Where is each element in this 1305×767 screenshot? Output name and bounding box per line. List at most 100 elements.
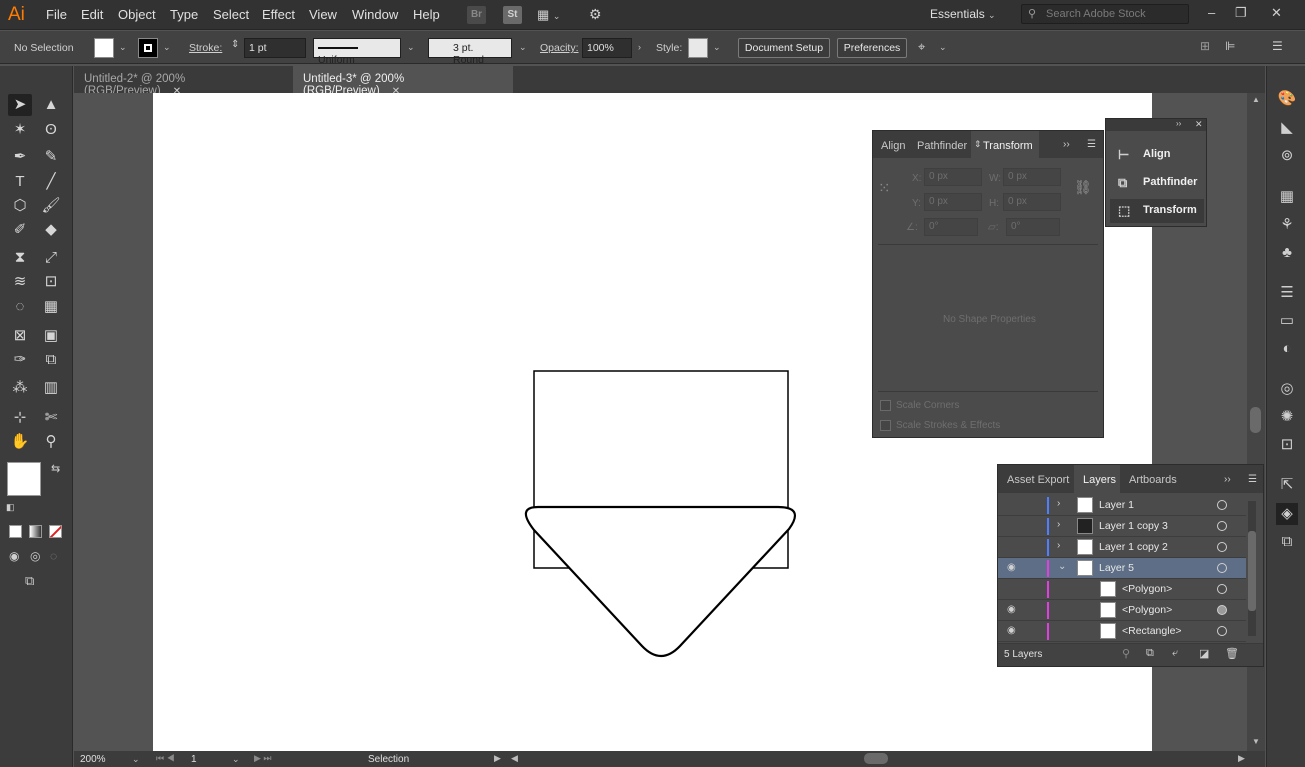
scrollbar-thumb[interactable] — [1250, 407, 1261, 433]
type-tool-icon[interactable]: T — [8, 171, 32, 193]
scale-strokes-checkbox[interactable] — [880, 420, 891, 431]
document-setup-button[interactable]: Document Setup — [738, 38, 830, 58]
transparency-icon[interactable]: ◐ — [1276, 338, 1298, 360]
zoom-level[interactable]: 200% — [80, 754, 106, 765]
control-bar-menu-icon[interactable]: ☰ — [1272, 39, 1283, 53]
menu-window[interactable]: Window — [352, 7, 398, 22]
tab-untitled-2[interactable]: Untitled-2* @ 200% (RGB/Preview) ✕ — [74, 66, 292, 97]
new-sublayer-icon[interactable]: ⤶ — [1172, 647, 1178, 660]
stroke-stepper-icon[interactable]: ⇕ — [231, 39, 239, 50]
reflect-tool-icon[interactable]: ⧗ — [8, 247, 32, 269]
style-swatch[interactable] — [688, 38, 708, 58]
swatches-icon[interactable]: ▦ — [1276, 186, 1298, 208]
y-field[interactable]: 0 px — [924, 193, 982, 211]
close-icon[interactable]: ✕ — [1195, 119, 1203, 130]
stock-search-input[interactable]: ⚲ Search Adobe Stock — [1021, 4, 1189, 24]
layer-name[interactable]: <Rectangle> — [1122, 625, 1182, 637]
trash-icon[interactable]: 🗑 — [1225, 647, 1239, 660]
layer-row[interactable]: ◉ <Polygon> — [998, 600, 1246, 621]
status-menu-icon[interactable]: ▶ — [494, 753, 501, 764]
artboard-dropdown-icon[interactable]: ⌄ — [232, 754, 240, 765]
artboard-number[interactable]: 1 — [191, 754, 197, 765]
line-tool-icon[interactable]: ╱ — [39, 171, 63, 193]
zoom-tool-icon[interactable]: ⚲ — [39, 431, 63, 453]
shaper-tool-icon[interactable]: ✐ — [8, 219, 32, 241]
draw-normal-icon[interactable]: ◉ — [9, 549, 19, 563]
opacity-label[interactable]: Opacity: — [540, 42, 579, 54]
target-icon[interactable] — [1217, 521, 1227, 531]
hand-tool-icon[interactable]: ✋ — [8, 431, 32, 453]
appearance-icon[interactable]: ◎ — [1276, 378, 1298, 400]
curvature-tool-icon[interactable]: ✎ — [39, 146, 63, 168]
expand-icon[interactable]: › — [1057, 519, 1060, 530]
align-options-icon[interactable]: ⊞ — [1200, 39, 1210, 53]
locate-object-icon[interactable]: ⚲ — [1122, 647, 1130, 660]
constrain-proportions-icon[interactable]: ⛓ — [1074, 179, 1092, 196]
preferences-button[interactable]: Preferences — [837, 38, 907, 58]
panel-expand-icon[interactable]: ›› — [1063, 139, 1070, 150]
fill-dropdown-icon[interactable]: ⌄ — [119, 42, 127, 53]
pen-tool-icon[interactable]: ✒ — [8, 146, 32, 168]
gpu-performance-icon[interactable]: ⚙ — [589, 6, 602, 23]
scale-tool-icon[interactable]: ⤢ — [39, 247, 63, 269]
layer-row-selected[interactable]: ◉ ⌄ Layer 5 — [998, 558, 1246, 579]
arrange-icon[interactable]: ⌖ — [918, 39, 925, 55]
layer-name[interactable]: Layer 1 copy 2 — [1099, 541, 1168, 553]
flyout-transform[interactable]: ⬚ Transform — [1110, 199, 1204, 223]
visibility-eye-icon[interactable]: ◉ — [1007, 562, 1021, 573]
color-mode-icon[interactable] — [9, 525, 22, 538]
x-field[interactable]: 0 px — [924, 168, 982, 186]
tab-untitled-3[interactable]: Untitled-3* @ 200% (RGB/Preview) ✕ — [293, 66, 513, 97]
layer-name[interactable]: Layer 1 — [1099, 499, 1134, 511]
expand-panels-icon[interactable]: ›› — [1176, 119, 1181, 128]
flyout-pathfinder[interactable]: ⧉ Pathfinder — [1110, 171, 1204, 195]
menu-type[interactable]: Type — [170, 7, 198, 22]
arrange-documents-icon[interactable]: ▦ ⌄ — [537, 7, 560, 23]
panel-menu-icon[interactable]: ☰ — [1087, 139, 1096, 150]
menu-effect[interactable]: Effect — [262, 7, 295, 22]
color-panel-icon[interactable]: 🎨 — [1276, 88, 1298, 110]
stroke-weight-field[interactable]: 1 pt — [244, 38, 306, 58]
symbols-icon[interactable]: ♣ — [1276, 242, 1298, 264]
layers-icon[interactable]: ◈ — [1276, 503, 1298, 525]
target-icon[interactable] — [1217, 626, 1227, 636]
gradient-tool-icon[interactable]: ▣ — [39, 325, 63, 347]
swap-colors-icon[interactable]: ⇆ — [51, 462, 60, 475]
restore-icon[interactable]: ❐ — [1235, 5, 1247, 21]
tab-align[interactable]: Align — [873, 131, 912, 158]
arrange-dropdown-icon[interactable]: ⌄ — [939, 42, 947, 53]
stock-button[interactable]: St — [503, 6, 522, 24]
menu-object[interactable]: Object — [118, 7, 156, 22]
artboards-icon[interactable]: ⧉ — [1276, 531, 1298, 553]
paintbrush-tool-icon[interactable]: 🖌 — [39, 195, 63, 217]
brush-dropdown-icon[interactable]: ⌄ — [519, 42, 527, 53]
brush-select[interactable]: 3 pt. Round — [428, 38, 512, 66]
w-field[interactable]: 0 px — [1003, 168, 1061, 186]
scroll-down-icon[interactable]: ▼ — [1252, 737, 1260, 746]
asset-export-icon[interactable]: ⊡ — [1276, 434, 1298, 456]
free-transform-tool-icon[interactable]: ⊡ — [39, 271, 63, 293]
magic-wand-tool-icon[interactable]: ✶ — [8, 119, 32, 141]
flyout-align[interactable]: ⊢ Align — [1110, 143, 1204, 167]
visibility-eye-icon[interactable]: ◉ — [1007, 625, 1021, 636]
layer-name[interactable]: Layer 5 — [1099, 562, 1134, 574]
tab-layers[interactable]: Layers — [1074, 465, 1126, 493]
column-graph-tool-icon[interactable]: ▥ — [39, 377, 63, 399]
panel-expand-icon[interactable]: ›› — [1224, 474, 1231, 485]
layer-row[interactable]: › Layer 1 copy 3 — [998, 516, 1246, 537]
scroll-up-icon[interactable]: ▲ — [1252, 95, 1260, 104]
gradient-panel-icon[interactable]: ▭ — [1276, 310, 1298, 332]
clipping-mask-icon[interactable]: ⧉ — [1146, 647, 1154, 660]
slice-tool-icon[interactable]: ✄ — [39, 407, 63, 429]
menu-view[interactable]: View — [309, 7, 337, 22]
symbol-sprayer-tool-icon[interactable]: ⁂ — [8, 377, 32, 399]
artboard-tool-icon[interactable]: ⊹ — [8, 407, 32, 429]
stroke-profile-select[interactable]: Uniform — [313, 38, 401, 66]
horizontal-scrollbar-thumb[interactable] — [864, 753, 888, 764]
menu-select[interactable]: Select — [213, 7, 249, 22]
tab-asset-export[interactable]: Asset Export — [998, 465, 1079, 493]
menu-edit[interactable]: Edit — [81, 7, 103, 22]
bridge-button[interactable]: Br — [467, 6, 486, 24]
layer-row[interactable]: › Layer 1 — [998, 495, 1246, 516]
screen-mode-icon[interactable]: ⧉ — [25, 573, 34, 589]
